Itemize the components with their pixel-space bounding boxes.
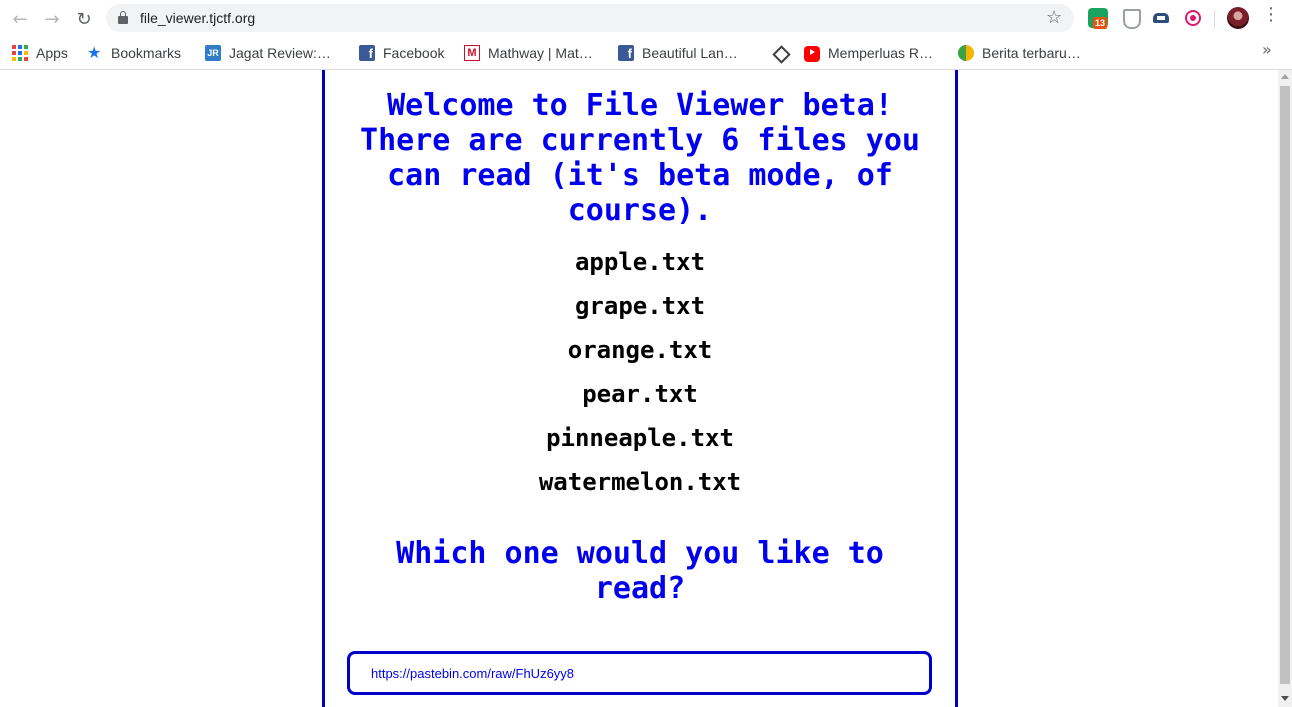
berita-icon [958,45,974,61]
kebab-menu-icon[interactable]: ⋮ [1262,4,1280,25]
jagat-review-icon: JR [205,45,221,61]
bookmark-label: Bookmarks [111,45,182,61]
bookmark-label: Jagat Review:… [229,45,331,61]
diamond-icon [772,45,788,61]
file-item-grape[interactable]: grape.txt [325,291,955,335]
browser-toolbar: ← → ↻ file_viewer.tjctf.org ☆ 13 ⋮ [0,0,1292,36]
file-viewer-panel: Welcome to File Viewer beta! There are c… [322,70,958,707]
extension-badge: 13 [1093,17,1108,29]
bookmark-label: Mathway | Mat… [488,45,593,61]
extension-eye-icon[interactable] [1183,8,1203,28]
star-icon: ★ [87,43,102,62]
more-bookmarks-chevron-icon[interactable]: » [1262,40,1272,59]
bookmarks-bar: Apps ★ Bookmarks JR Jagat Review:… f Fac… [0,36,1292,70]
scroll-down-arrow-icon[interactable] [1281,696,1289,701]
bookmark-mathway[interactable]: M Mathway | Mat… [464,42,593,64]
welcome-heading: Welcome to File Viewer beta! There are c… [360,88,920,228]
back-arrow-icon[interactable]: ← [7,6,33,32]
extension-cloud-icon[interactable] [1151,8,1171,28]
bookmark-berita[interactable]: Berita terbaru… [958,42,1081,64]
file-name-input[interactable] [347,651,932,695]
bookmark-label: Facebook [383,45,445,61]
bookmark-label: Berita terbaru… [982,45,1081,61]
bookmark-label: Apps [36,45,68,61]
file-item-apple[interactable]: apple.txt [325,247,955,291]
file-item-orange[interactable]: orange.txt [325,335,955,379]
bookmark-label: Beautiful Lan… [642,45,738,61]
question-heading: Which one would you like to read? [396,536,884,606]
bookmark-label: Memperluas R… [828,45,934,61]
file-item-pear[interactable]: pear.txt [325,379,955,423]
forward-arrow-icon[interactable]: → [39,6,65,32]
file-item-pinneaple[interactable]: pinneaple.txt [325,423,955,467]
apps-grid-icon [12,45,28,61]
reload-icon[interactable]: ↻ [71,6,97,32]
vertical-scrollbar[interactable] [1278,70,1292,707]
scroll-thumb[interactable] [1280,86,1290,684]
facebook-icon: f [359,45,375,61]
extension-chat-icon[interactable]: 13 [1088,8,1108,29]
page-viewport: Welcome to File Viewer beta! There are c… [0,70,1278,707]
lock-icon[interactable] [118,11,128,24]
profile-avatar[interactable] [1227,7,1249,29]
file-item-watermelon[interactable]: watermelon.txt [325,467,955,511]
bookmark-beautiful-lan[interactable]: f Beautiful Lan… [618,42,738,64]
address-bar[interactable]: file_viewer.tjctf.org ☆ [106,4,1074,32]
bookmark-facebook[interactable]: f Facebook [359,42,444,64]
bookmark-diamond[interactable] [772,42,796,64]
mathway-icon: M [464,45,480,61]
youtube-icon [804,46,820,62]
scroll-up-arrow-icon[interactable] [1281,74,1289,79]
bookmark-apps[interactable]: Apps [12,42,68,64]
extension-shield-icon[interactable] [1120,8,1141,29]
facebook-icon: f [618,45,634,61]
file-list: apple.txt grape.txt orange.txt pear.txt … [325,247,955,511]
bookmark-memperluas[interactable]: Memperluas R… [804,42,933,64]
bookmark-star-icon[interactable]: ☆ [1046,7,1062,28]
bookmark-jagat-review[interactable]: JR Jagat Review:… [205,42,331,64]
url-text[interactable]: file_viewer.tjctf.org [140,10,255,26]
bookmark-bookmarks[interactable]: ★ Bookmarks [87,42,181,64]
toolbar-divider [1214,10,1215,28]
